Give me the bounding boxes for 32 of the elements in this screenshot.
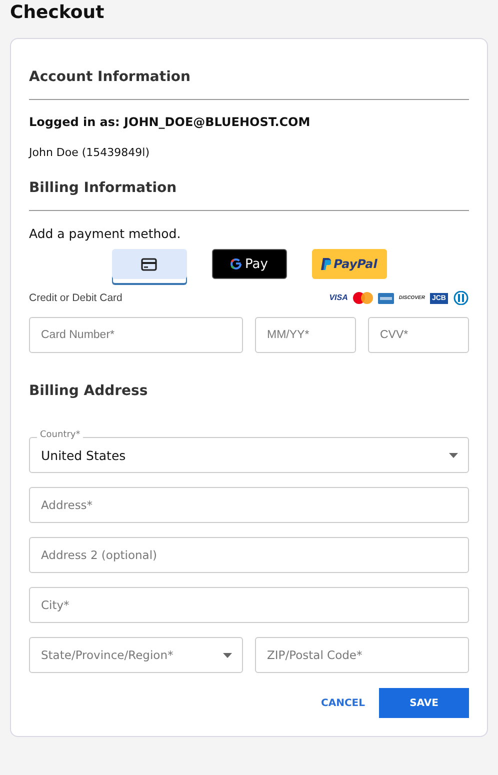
input-field[interactable]: CVV* (368, 317, 469, 353)
paypal-tab[interactable]: PayPal (312, 249, 386, 279)
select-field[interactable]: State/Province/Region* (29, 637, 243, 673)
diners-logo (453, 291, 469, 305)
amex-logo (378, 292, 394, 304)
input-field[interactable]: MM/YY* (255, 317, 356, 353)
credit-card-icon (141, 258, 157, 270)
section-heading: Billing Address (29, 383, 149, 399)
dropdown-caret-icon (449, 453, 458, 458)
input-field[interactable]: Card Number* (29, 317, 243, 353)
mastercard-logo (352, 292, 373, 304)
section-heading: Billing Information (29, 180, 178, 196)
input-field[interactable]: Address* (29, 487, 469, 523)
google-pay-tab[interactable]: Pay (212, 249, 286, 279)
payment-prompt: Add a payment method. (29, 226, 182, 241)
input-field[interactable]: City* (29, 587, 469, 623)
visa-logo: VISA (329, 294, 348, 302)
dropdown-caret-icon (223, 653, 232, 658)
input-field[interactable]: ZIP/Postal Code* (255, 637, 469, 673)
field-label: Country* (37, 431, 84, 440)
card-label: Credit or Debit Card (29, 292, 122, 304)
account-name: John Doe (15439849l) (29, 146, 151, 159)
card-method-tab[interactable] (112, 249, 186, 279)
save-button[interactable]: SAVE (379, 688, 469, 718)
logged-in-text: Logged in as: JOHN_DOE@BLUEHOST.COM (29, 115, 312, 129)
cancel-button[interactable]: CANCEL (317, 692, 369, 714)
google-g-icon (230, 258, 242, 270)
section-heading: Account Information (29, 69, 192, 85)
page-title: Checkout (10, 2, 106, 25)
select-field[interactable]: United States (29, 437, 469, 473)
paypal-p-icon (320, 258, 331, 270)
input-field[interactable]: Address 2 (optional) (29, 537, 469, 573)
